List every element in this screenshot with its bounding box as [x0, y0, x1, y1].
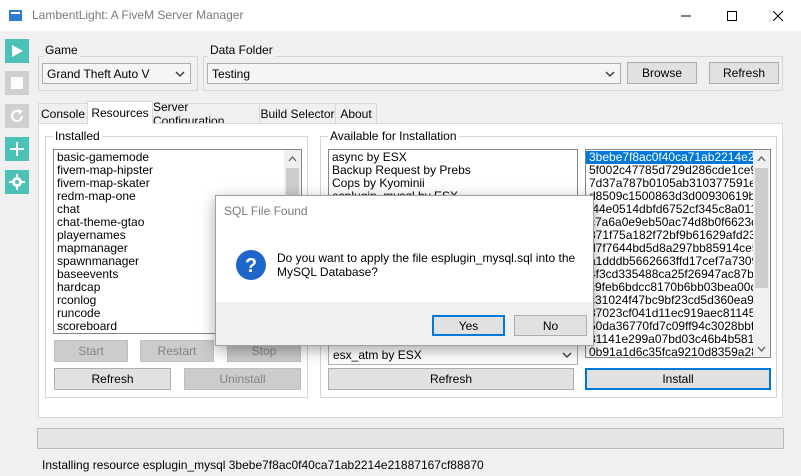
available-refresh-button[interactable]: Refresh [328, 368, 574, 390]
maximize-icon [727, 10, 737, 21]
settings-button[interactable] [5, 170, 29, 194]
minimize-button[interactable] [663, 0, 709, 31]
question-icon: ? [236, 250, 266, 280]
scroll-thumb[interactable] [755, 168, 768, 288]
chevron-down-icon [757, 346, 766, 352]
list-item[interactable]: a1dddb5662663ffd17cef7a7309 [586, 255, 753, 268]
dialog-message: Do you want to apply the file esplugin_m… [277, 251, 576, 279]
version-list[interactable]: 3bebe7f8ac0f40ca71ab2214e21887167cf88870… [585, 149, 771, 358]
data-folder-label: Data Folder [208, 43, 275, 57]
tab-resources[interactable]: Resources [87, 101, 153, 124]
data-folder-select-value: Testing [212, 66, 251, 81]
dialog-body: ? Do you want to apply the file esplugin… [216, 226, 593, 302]
no-button[interactable]: No [514, 315, 587, 336]
settings-icon [9, 174, 25, 190]
list-item[interactable]: 5f002c47785d729d286cde1ce9601 [586, 164, 753, 177]
list-item[interactable]: Cops by Kyominii [329, 177, 577, 190]
play-icon [12, 45, 23, 57]
list-item[interactable]: d8509c1500863d3d00930619bd0 [586, 190, 753, 203]
close-icon [773, 10, 783, 21]
maximize-button[interactable] [709, 0, 755, 31]
game-label: Game [43, 43, 80, 57]
minimize-icon [681, 15, 691, 16]
chevron-up-icon [288, 155, 297, 161]
scroll-up-button[interactable] [753, 150, 770, 167]
game-select-value: Grand Theft Auto V [47, 66, 150, 81]
left-toolbar [0, 31, 33, 476]
available-label: Available for Installation [328, 129, 459, 143]
scroll-down-button[interactable] [753, 340, 770, 357]
tab-server-configuration[interactable]: Server Configuration [152, 100, 260, 128]
list-item[interactable]: fivem-map-hipster [54, 164, 301, 177]
game-select[interactable]: Grand Theft Auto V [42, 63, 191, 84]
installed-label: Installed [53, 129, 102, 143]
list-item[interactable]: f44e0514dbfd6752cf345c8a011 [586, 203, 753, 216]
list-item[interactable]: c9feb6bdcc8170b6bb03bea00d [586, 281, 753, 294]
chevron-up-icon [757, 155, 766, 161]
yes-button[interactable]: Yes [432, 315, 505, 336]
restart-server-button[interactable] [5, 104, 29, 128]
status-text: Installing resource esplugin_mysql 3bebe… [42, 458, 484, 472]
stop-icon [11, 77, 23, 89]
list-item[interactable]: c31024f47bc9bf23cd5d360ea9c [586, 294, 753, 307]
list-item[interactable]: 37023cf041d11ec919aec811455 [586, 307, 753, 320]
title-bar: LambentLight: A FiveM Server Manager [0, 0, 801, 31]
list-item[interactable]: c7a6a0e9eb50ac74d8b0f6623d9 [586, 216, 753, 229]
list-item[interactable]: 81141e299a07bd03c46b4b581c [586, 333, 753, 346]
version-items: 3bebe7f8ac0f40ca71ab2214e21887167cf88870… [586, 150, 770, 357]
install-button[interactable]: Install [585, 368, 771, 390]
stop-server-button[interactable] [5, 71, 29, 95]
window-title: LambentLight: A FiveM Server Manager [32, 8, 244, 22]
tab-build-selector[interactable]: Build Selector [259, 103, 336, 123]
list-item[interactable]: async by ESX [329, 151, 577, 164]
chevron-down-icon [605, 71, 615, 77]
start-server-button[interactable] [5, 39, 29, 63]
dialog-title: SQL File Found [224, 204, 308, 218]
add-icon [10, 142, 24, 156]
app-icon [9, 10, 22, 21]
list-item[interactable]: Backup Request by Prebs [329, 164, 577, 177]
scroll-thumb[interactable] [286, 168, 299, 198]
chevron-down-icon [175, 71, 185, 77]
dialog-title-bar: SQL File Found [216, 196, 593, 226]
sql-file-dialog: SQL File Found ? Do you want to apply th… [215, 195, 594, 346]
add-button[interactable] [5, 137, 29, 161]
scroll-up-button[interactable] [284, 150, 301, 167]
start-resource-button[interactable]: Start [54, 340, 128, 362]
list-item[interactable]: 50da36770fd7c09ff94c3028bbf6 [586, 320, 753, 333]
resource-select-value: esx_atm by ESX [333, 347, 422, 362]
browse-button[interactable]: Browse [627, 62, 697, 84]
restart-icon [11, 109, 23, 122]
list-item[interactable]: 0b91a1d6c35fca9210d8359a289a [586, 346, 753, 357]
progress-bar [37, 428, 784, 449]
version-scrollbar[interactable] [753, 150, 770, 357]
close-button[interactable] [755, 0, 801, 31]
installed-refresh-button[interactable]: Refresh [54, 368, 171, 390]
data-folder-select[interactable]: Testing [207, 63, 621, 84]
list-item[interactable]: 871f75a182f72bf9b61629afd234b [586, 229, 753, 242]
list-item[interactable]: fivem-map-skater [54, 177, 301, 190]
data-folder-refresh-button[interactable]: Refresh [709, 62, 779, 84]
list-item[interactable]: d7f7644bd5d8a297bb85914ce5 [586, 242, 753, 255]
restart-resource-button[interactable]: Restart [140, 340, 214, 362]
list-item[interactable]: 3bebe7f8ac0f40ca71ab2214e21887167cf88870 [586, 151, 753, 164]
svg-text:?: ? [245, 255, 257, 277]
uninstall-button[interactable]: Uninstall [184, 368, 301, 390]
list-item[interactable]: 4f3cd335488ca25f26947ac87b3 [586, 268, 753, 281]
tab-console[interactable]: Console [38, 103, 88, 123]
list-item[interactable]: 7d37a787b0105ab310377591ec07 [586, 177, 753, 190]
chevron-down-icon [562, 352, 572, 358]
resource-select[interactable]: esx_atm by ESX [328, 344, 578, 365]
list-item[interactable]: basic-gamemode [54, 151, 301, 164]
tab-about[interactable]: About [335, 103, 377, 123]
